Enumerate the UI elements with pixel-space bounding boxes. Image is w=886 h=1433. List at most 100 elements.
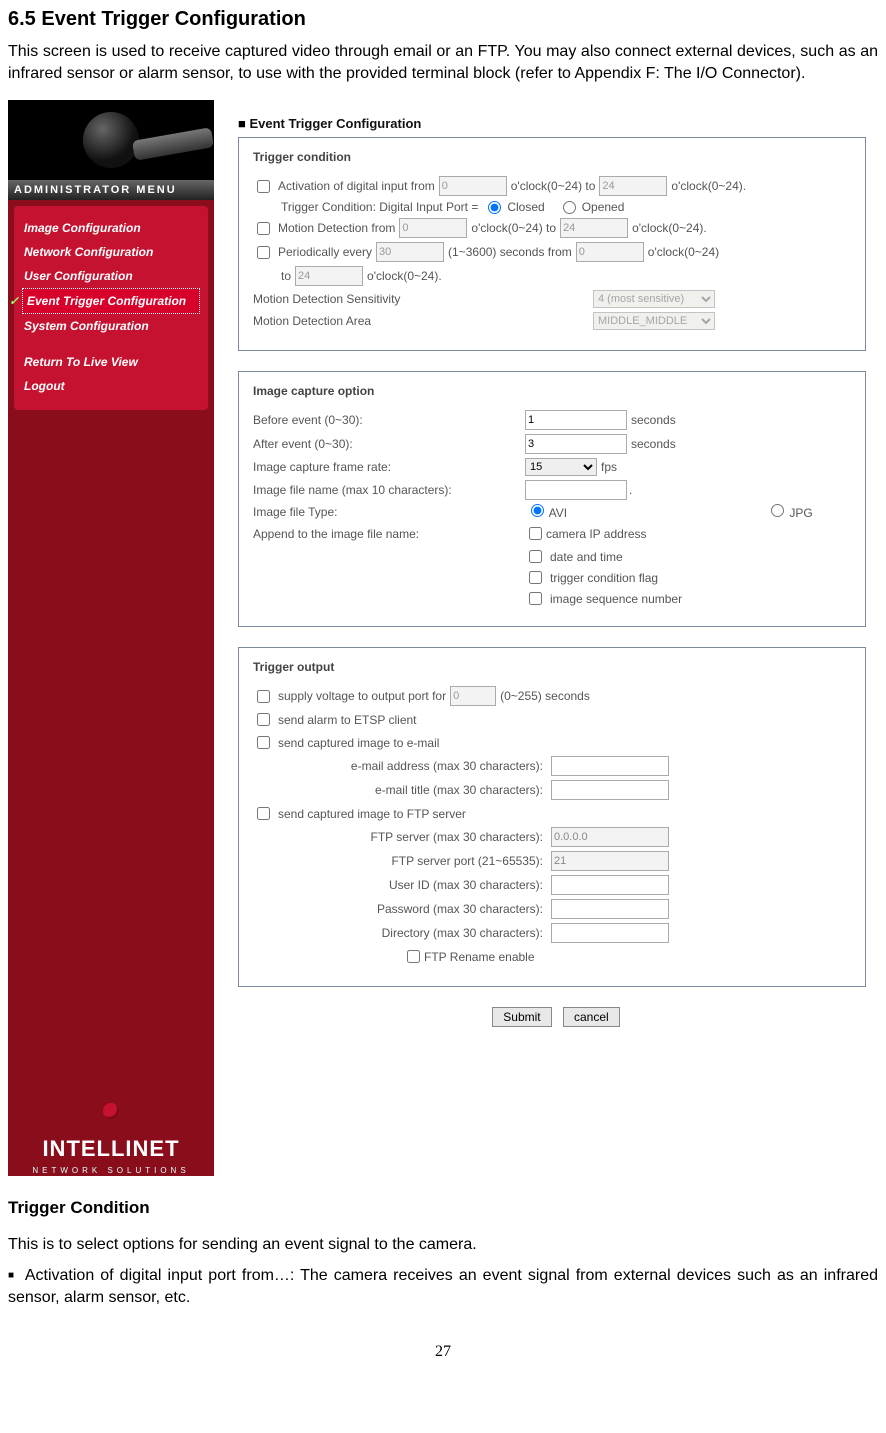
input-ftp-pass[interactable] xyxy=(551,899,669,919)
input-periodic-from[interactable] xyxy=(576,242,644,262)
radio-closed[interactable] xyxy=(488,201,501,214)
brand-logo-block: INTELLINET NETWORK SOLUTIONS xyxy=(8,1097,214,1176)
trigger-output-heading: Trigger output xyxy=(253,660,851,674)
input-before-event[interactable] xyxy=(525,410,627,430)
label-motion-from: Motion Detection from xyxy=(278,221,395,235)
label-seconds-1: seconds xyxy=(631,413,676,427)
label-activation: Activation of digital input from xyxy=(278,179,435,193)
input-act-from[interactable] xyxy=(439,176,507,196)
button-row: Submit cancel xyxy=(238,1007,874,1027)
chk-email[interactable] xyxy=(257,736,270,749)
input-ftp-dir[interactable] xyxy=(551,923,669,943)
label-file-name: Image file name (max 10 characters): xyxy=(253,483,525,497)
label-fps: fps xyxy=(601,460,617,474)
chk-supply[interactable] xyxy=(257,690,270,703)
chk-periodic[interactable] xyxy=(257,246,270,259)
admin-menu: Image Configuration Network Configuratio… xyxy=(14,206,208,410)
input-motion-from[interactable] xyxy=(399,218,467,238)
input-ftp-server[interactable] xyxy=(551,827,669,847)
trigger-condition-heading: Trigger condition xyxy=(253,150,851,164)
input-ftp-port[interactable] xyxy=(551,851,669,871)
label-ftp-user: User ID (max 30 characters): xyxy=(313,878,543,892)
chk-ftp-rename[interactable] xyxy=(407,950,420,963)
label-periodic-to: to xyxy=(281,269,291,283)
chk-activation[interactable] xyxy=(257,180,270,193)
square-bullet-icon: ■ xyxy=(8,1270,16,1281)
image-capture-heading: Image capture option xyxy=(253,384,851,398)
label-sec-from: (1~3600) seconds from xyxy=(448,245,572,259)
nav-image-config[interactable]: Image Configuration xyxy=(22,216,200,240)
screenshot-frame: ADMINISTRATOR MENU Image Configuration N… xyxy=(8,100,878,1176)
admin-sidebar: ADMINISTRATOR MENU Image Configuration N… xyxy=(8,100,214,1176)
label-oclock-to-1: o'clock(0~24) to xyxy=(511,179,596,193)
intro-paragraph: This screen is used to receive captured … xyxy=(8,41,878,84)
label-ftp-dir: Directory (max 30 characters): xyxy=(313,926,543,940)
nav-user-config[interactable]: User Configuration xyxy=(22,264,200,288)
chk-append-flag[interactable] xyxy=(529,571,542,584)
label-before-event: Before event (0~30): xyxy=(253,413,525,427)
label-avi: AVI xyxy=(549,506,567,520)
label-oclock024: o'clock(0~24) xyxy=(648,245,719,259)
label-ftp-pass: Password (max 30 characters): xyxy=(313,902,543,916)
label-supply-end: (0~255) seconds xyxy=(500,689,590,703)
nav-logout[interactable]: Logout xyxy=(22,374,200,398)
input-act-to[interactable] xyxy=(599,176,667,196)
label-oclock-end-1: o'clock(0~24). xyxy=(671,179,746,193)
admin-menu-header: ADMINISTRATOR MENU xyxy=(8,180,214,200)
input-motion-to[interactable] xyxy=(560,218,628,238)
label-opened: Opened xyxy=(582,200,625,214)
camera-icon xyxy=(83,112,139,168)
chk-append-seq[interactable] xyxy=(529,592,542,605)
label-periodic: Periodically every xyxy=(278,245,372,259)
label-append-seq: image sequence number xyxy=(550,592,682,606)
label-trigger-cond: Trigger Condition: Digital Input Port = xyxy=(281,200,478,214)
section-heading: 6.5 Event Trigger Configuration xyxy=(8,8,878,31)
radio-jpg[interactable] xyxy=(771,504,784,517)
label-ftp-port: FTP server port (21~65535): xyxy=(313,854,543,868)
chk-append-ip[interactable] xyxy=(529,527,542,540)
dot-label: . xyxy=(629,483,632,497)
trigger-condition-box: Trigger condition Activation of digital … xyxy=(238,137,866,351)
input-file-name[interactable] xyxy=(525,480,627,500)
chk-append-date[interactable] xyxy=(529,550,542,563)
panel-title: Event Trigger Configuration xyxy=(238,100,874,137)
cancel-button[interactable]: cancel xyxy=(563,1007,620,1027)
input-periodic-to[interactable] xyxy=(295,266,363,286)
label-oclock-to-2: o'clock(0~24) to xyxy=(471,221,556,235)
body-text-bullet: ■ Activation of digital input port from…… xyxy=(8,1265,878,1310)
input-email-addr[interactable] xyxy=(551,756,669,776)
label-append: Append to the image file name: xyxy=(253,527,525,541)
image-capture-box: Image capture option Before event (0~30)… xyxy=(238,371,866,627)
logo-subtitle: NETWORK SOLUTIONS xyxy=(32,1166,189,1175)
label-sensitivity: Motion Detection Sensitivity xyxy=(253,292,593,306)
nav-system-config[interactable]: System Configuration xyxy=(22,314,200,338)
input-email-title[interactable] xyxy=(551,780,669,800)
camera-photo xyxy=(8,100,214,180)
main-config-panel: Event Trigger Configuration Trigger cond… xyxy=(214,100,874,1176)
label-detect-area: Motion Detection Area xyxy=(253,314,593,328)
radio-opened[interactable] xyxy=(563,201,576,214)
select-sensitivity[interactable]: 4 (most sensitive) xyxy=(593,290,715,308)
submit-button[interactable]: Submit xyxy=(492,1007,551,1027)
select-fps[interactable]: 15 xyxy=(525,458,597,476)
nav-network-config[interactable]: Network Configuration xyxy=(22,240,200,264)
page-number: 27 xyxy=(8,1343,878,1361)
chk-ftp[interactable] xyxy=(257,807,270,820)
label-seconds-2: seconds xyxy=(631,437,676,451)
label-ftp: send captured image to FTP server xyxy=(278,807,466,821)
label-email-title: e-mail title (max 30 characters): xyxy=(313,783,543,797)
input-periodic-secs[interactable] xyxy=(376,242,444,262)
label-jpg: JPG xyxy=(789,506,812,520)
select-area[interactable]: MIDDLE_MIDDLE xyxy=(593,312,715,330)
chk-motion[interactable] xyxy=(257,222,270,235)
nav-event-trigger-config[interactable]: Event Trigger Configuration xyxy=(22,288,200,314)
logo-word: INTELLINET xyxy=(42,1136,179,1161)
trigger-output-box: Trigger output supply voltage to output … xyxy=(238,647,866,987)
input-after-event[interactable] xyxy=(525,434,627,454)
radio-avi[interactable] xyxy=(531,504,544,517)
input-supply-secs[interactable] xyxy=(450,686,496,706)
chk-etsp[interactable] xyxy=(257,713,270,726)
nav-return-live-view[interactable]: Return To Live View xyxy=(22,350,200,374)
body-text-intro: This is to select options for sending an… xyxy=(8,1234,878,1256)
input-ftp-user[interactable] xyxy=(551,875,669,895)
